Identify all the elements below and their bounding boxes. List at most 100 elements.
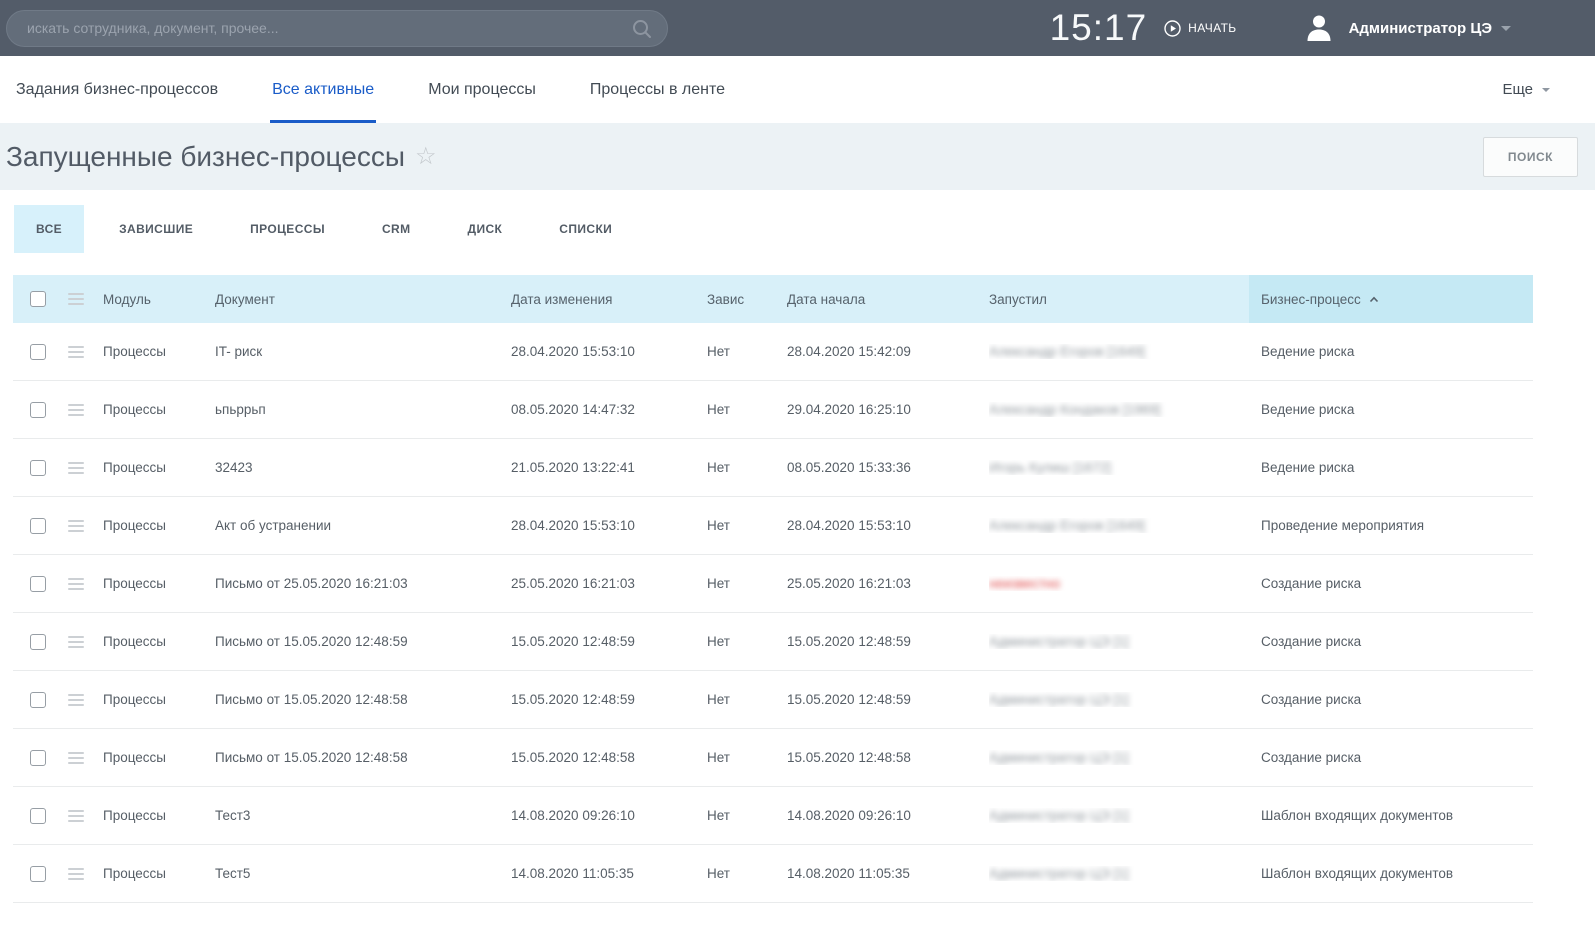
- page-title: Запущенные бизнес-процессы: [6, 141, 405, 173]
- row-menu-icon[interactable]: [68, 694, 84, 706]
- cell-module: Процессы: [103, 402, 215, 417]
- column-process[interactable]: Бизнес-процесс: [1249, 275, 1533, 323]
- row-menu-icon[interactable]: [68, 752, 84, 764]
- row-checkbox[interactable]: [30, 750, 46, 766]
- filter-tab-2[interactable]: ПРОЦЕССЫ: [228, 205, 347, 253]
- cell-date-modified: 15.05.2020 12:48:58: [511, 750, 707, 765]
- cell-module: Процессы: [103, 692, 215, 707]
- row-checkbox-cell: [13, 808, 59, 824]
- chevron-down-icon: [1501, 26, 1511, 31]
- clock: 15:17: [1050, 7, 1148, 49]
- filter-tab-1[interactable]: ЗАВИСШИЕ: [97, 205, 215, 253]
- cell-stuck: Нет: [707, 634, 787, 649]
- cell-process: Ведение риска: [1249, 402, 1533, 417]
- more-menu[interactable]: Еще: [1502, 56, 1550, 123]
- row-menu-icon[interactable]: [68, 810, 84, 822]
- cell-document: Письмо от 15.05.2020 12:48:58: [215, 750, 511, 765]
- main-tabs: Задания бизнес-процессов Все активные Мои …: [16, 56, 779, 123]
- select-all-checkbox[interactable]: [30, 291, 46, 307]
- avatar-icon: [1304, 13, 1334, 43]
- cell-document: ьпьррьп: [215, 402, 511, 417]
- row-menu-icon[interactable]: [68, 868, 84, 880]
- row-checkbox[interactable]: [30, 634, 46, 650]
- cell-started-by: неизвестно: [989, 576, 1249, 591]
- cell-process: Создание риска: [1249, 750, 1533, 765]
- nav-tab-1[interactable]: Все активные: [272, 56, 374, 123]
- search-button[interactable]: ПОИСК: [1483, 137, 1578, 177]
- cell-stuck: Нет: [707, 344, 787, 359]
- cell-date-modified: 15.05.2020 12:48:59: [511, 692, 707, 707]
- table-row: ПроцессыПисьмо от 15.05.2020 12:48:5815.…: [13, 671, 1533, 729]
- filter-bar: ВСЕ ЗАВИСШИЕ ПРОЦЕССЫ CRM ДИСКСПИСКИ: [0, 190, 1595, 275]
- cell-date-started: 29.04.2020 16:25:10: [787, 402, 989, 417]
- filter-tab-5[interactable]: СПИСКИ: [537, 205, 634, 253]
- row-menu-cell: [59, 575, 103, 593]
- cell-document: Акт об устранении: [215, 518, 511, 533]
- cell-process: Проведение мероприятия: [1249, 518, 1533, 533]
- row-checkbox[interactable]: [30, 808, 46, 824]
- search-input[interactable]: [27, 20, 621, 36]
- row-checkbox[interactable]: [30, 518, 46, 534]
- cell-process: Создание риска: [1249, 634, 1533, 649]
- row-menu-icon[interactable]: [68, 404, 84, 416]
- filter-tab-4[interactable]: ДИСК: [446, 205, 525, 253]
- started-by-name: неизвестно: [989, 576, 1060, 591]
- column-document[interactable]: Документ: [215, 292, 511, 307]
- row-checkbox-cell: [13, 460, 59, 476]
- row-menu-icon[interactable]: [68, 462, 84, 474]
- cell-stuck: Нет: [707, 576, 787, 591]
- cell-process: Создание риска: [1249, 576, 1533, 591]
- row-checkbox-cell: [13, 634, 59, 650]
- cell-started-by: Администратор ЦЭ [1]: [989, 634, 1249, 649]
- row-checkbox[interactable]: [30, 576, 46, 592]
- header-menu-icon[interactable]: [68, 293, 84, 305]
- cell-date-modified: 08.05.2020 14:47:32: [511, 402, 707, 417]
- cell-stuck: Нет: [707, 866, 787, 881]
- account-menu[interactable]: Администратор ЦЭ: [1304, 13, 1511, 43]
- row-checkbox[interactable]: [30, 402, 46, 418]
- cell-date-started: 15.05.2020 12:48:59: [787, 634, 989, 649]
- column-started-by[interactable]: Запустил: [989, 292, 1249, 307]
- cell-process: Ведение риска: [1249, 460, 1533, 475]
- filter-tab-3[interactable]: CRM: [360, 205, 433, 253]
- start-timer-button[interactable]: НАЧАТЬ: [1164, 20, 1236, 37]
- cell-stuck: Нет: [707, 808, 787, 823]
- column-stuck[interactable]: Завис: [707, 292, 787, 307]
- row-menu-icon[interactable]: [68, 346, 84, 358]
- cell-module: Процессы: [103, 460, 215, 475]
- row-checkbox[interactable]: [30, 460, 46, 476]
- table-row: Процессыьпьррьп08.05.2020 14:47:32Нет29.…: [13, 381, 1533, 439]
- row-checkbox[interactable]: [30, 866, 46, 882]
- cell-started-by: Администратор ЦЭ [1]: [989, 750, 1249, 765]
- row-menu-icon[interactable]: [68, 520, 84, 532]
- nav-tab-0[interactable]: Задания бизнес-процессов: [16, 56, 218, 123]
- cell-started-by: Игорь Кулиш [1672]: [989, 460, 1249, 475]
- row-menu-icon[interactable]: [68, 578, 84, 590]
- column-module[interactable]: Модуль: [103, 292, 215, 307]
- cell-date-modified: 28.04.2020 15:53:10: [511, 344, 707, 359]
- row-menu-cell: [59, 343, 103, 361]
- username: Администратор ЦЭ: [1349, 20, 1492, 37]
- table-row: ПроцессыАкт об устранении28.04.2020 15:5…: [13, 497, 1533, 555]
- cell-date-modified: 28.04.2020 15:53:10: [511, 518, 707, 533]
- row-menu-icon[interactable]: [68, 636, 84, 648]
- nav-tab-3[interactable]: Процессы в ленте: [590, 56, 725, 123]
- started-by-name: Игорь Кулиш [1672]: [989, 460, 1111, 475]
- cell-process: Шаблон входящих документов: [1249, 808, 1533, 823]
- cell-date-started: 14.08.2020 09:26:10: [787, 808, 989, 823]
- filter-tab-0[interactable]: ВСЕ: [14, 205, 84, 253]
- column-date-started[interactable]: Дата начала: [787, 292, 989, 307]
- cell-document: Тест5: [215, 866, 511, 881]
- row-checkbox-cell: [13, 692, 59, 708]
- row-checkbox[interactable]: [30, 692, 46, 708]
- favorite-star-icon[interactable]: ☆: [415, 145, 437, 169]
- started-by-name: Александр Егоров [1649]: [989, 518, 1145, 533]
- search-icon[interactable]: [631, 18, 653, 45]
- row-checkbox[interactable]: [30, 344, 46, 360]
- nav-tab-2[interactable]: Мои процессы: [428, 56, 536, 123]
- start-timer-label: НАЧАТЬ: [1188, 21, 1236, 35]
- column-date-modified[interactable]: Дата изменения: [511, 292, 707, 307]
- global-search[interactable]: [6, 10, 668, 47]
- row-menu-cell: [59, 807, 103, 825]
- cell-date-modified: 15.05.2020 12:48:59: [511, 634, 707, 649]
